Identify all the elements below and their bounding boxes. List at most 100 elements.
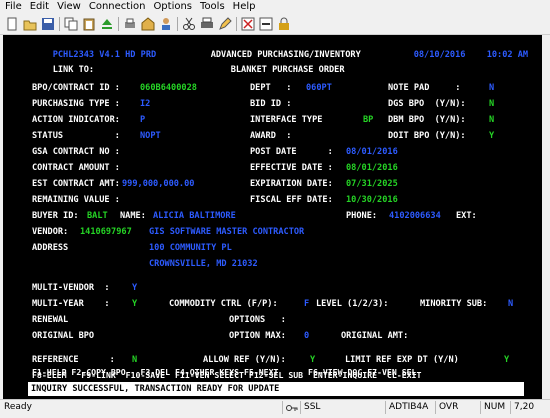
rem-label: REMAINING VALUE : bbox=[32, 195, 120, 205]
doit-field[interactable]: Y bbox=[489, 131, 494, 141]
address-line1: 100 COMMUNITY PL bbox=[149, 243, 232, 253]
scissors-icon[interactable] bbox=[181, 16, 197, 32]
action-label: ACTION INDICATOR: bbox=[32, 115, 120, 125]
eff-label: EFFECTIVE DATE : bbox=[250, 163, 333, 173]
open-icon[interactable] bbox=[22, 16, 38, 32]
post-label: POST DATE : bbox=[250, 147, 333, 157]
terminal-screen[interactable]: PCHL2343 V4.1 HD PRD ADVANCED PURCHASING… bbox=[3, 35, 542, 399]
ptype-field[interactable]: I2 bbox=[140, 99, 150, 109]
buyer-id-field[interactable]: BALT bbox=[87, 211, 108, 221]
address-label: ADDRESS bbox=[32, 243, 69, 253]
paste-icon[interactable] bbox=[81, 16, 97, 32]
level-label: LEVEL (1/2/3): bbox=[316, 299, 389, 309]
minority-label: MINORITY SUB: bbox=[420, 299, 488, 309]
bpo-label: BPO/CONTRACT ID : bbox=[32, 83, 120, 93]
multi-year-field[interactable]: Y bbox=[132, 299, 137, 309]
copy-icon[interactable] bbox=[63, 16, 79, 32]
menu-help[interactable]: Help bbox=[228, 0, 259, 14]
x-icon[interactable] bbox=[240, 16, 256, 32]
status-ready: Ready bbox=[4, 402, 32, 412]
iface-label: INTERFACE TYPE bbox=[250, 115, 323, 125]
option-max-label: OPTION MAX: bbox=[229, 331, 286, 341]
renewal-label: RENEWAL bbox=[32, 315, 69, 325]
save-icon[interactable] bbox=[40, 16, 56, 32]
reference-field[interactable]: N bbox=[132, 355, 137, 365]
est-label: EST CONTRACT AMT: bbox=[32, 179, 120, 189]
key-icon bbox=[282, 401, 300, 414]
award-label: AWARD : bbox=[250, 131, 292, 141]
new-icon[interactable] bbox=[4, 16, 20, 32]
delete-icon[interactable] bbox=[258, 16, 274, 32]
allow-ref-label: ALLOW REF (Y/N): bbox=[203, 355, 286, 365]
orig-amt-label: ORIGINAL AMT: bbox=[341, 331, 409, 341]
dbm-field[interactable]: N bbox=[489, 115, 494, 125]
eject-icon[interactable] bbox=[99, 16, 115, 32]
ext-label: EXT: bbox=[456, 211, 477, 221]
notepad-field[interactable]: N bbox=[489, 83, 494, 93]
phone-field[interactable]: 4102006634 bbox=[389, 211, 441, 221]
menu-connection[interactable]: Connection bbox=[84, 0, 149, 14]
reference-label: REFERENCE : bbox=[32, 355, 115, 365]
exp-label: EXPIRATION DATE: bbox=[250, 179, 333, 189]
commodity-label: COMMODITY CTRL (F/P): bbox=[169, 299, 278, 309]
menu-tools[interactable]: Tools bbox=[195, 0, 228, 14]
vendor-name: GIS SOFTWARE MASTER CONTRACTOR bbox=[149, 227, 305, 237]
bid-label: BID ID : bbox=[250, 99, 292, 109]
limit-ref-label: LIMIT REF EXP DT (Y/N) bbox=[345, 355, 459, 365]
person-icon[interactable] bbox=[158, 16, 174, 32]
header-time: 10:02 AM bbox=[486, 50, 529, 60]
multi-vendor-label: MULTI-VENDOR : bbox=[32, 283, 110, 293]
fiscal-field[interactable]: 10/30/2016 bbox=[346, 195, 398, 205]
limit-ref-field[interactable]: Y bbox=[504, 355, 509, 365]
dept-field[interactable]: 060PT bbox=[306, 83, 332, 93]
bpo-field[interactable]: 060B6400028 bbox=[140, 83, 197, 93]
fiscal-label: FISCAL EFF DATE: bbox=[250, 195, 333, 205]
doit-label: DOIT BPO (Y/N): bbox=[388, 131, 466, 141]
vendor-label: VENDOR: bbox=[32, 227, 69, 237]
menu-view[interactable]: View bbox=[52, 0, 84, 14]
exp-field[interactable]: 07/31/2025 bbox=[346, 179, 398, 189]
status-session: ADTIB4A bbox=[385, 401, 435, 414]
print-icon[interactable] bbox=[122, 16, 138, 32]
status-ssl: SSL bbox=[300, 401, 385, 414]
buyer-label: BUYER ID: bbox=[32, 211, 79, 221]
status-cursor: 7,20 bbox=[510, 401, 550, 414]
menu-options[interactable]: Options bbox=[148, 0, 195, 14]
status-bar: Ready SSL ADTIB4A OVR NUM 7,20 bbox=[0, 399, 550, 415]
minority-field[interactable]: N bbox=[508, 299, 513, 309]
status-ovr: OVR bbox=[435, 401, 480, 414]
screen-subtitle: BLANKET PURCHASE ORDER bbox=[230, 65, 345, 75]
dgs-label: DGS BPO (Y/N): bbox=[388, 99, 466, 109]
option-max-field[interactable]: 0 bbox=[304, 331, 309, 341]
function-keys-row2: F8-ELEM F9-LINK F10-SAVE F11-VEN SELECT … bbox=[32, 370, 422, 380]
header-date: 08/10/2016 bbox=[413, 50, 466, 60]
link-to-label: LINK TO: bbox=[52, 65, 95, 75]
message-line: INQUIRY SUCCESSFUL, TRANSACTION READY FO… bbox=[28, 382, 524, 396]
status-field[interactable]: NOPT bbox=[140, 131, 161, 141]
post-field[interactable]: 08/01/2016 bbox=[346, 147, 398, 157]
menu-bar: File Edit View Connection Options Tools Help bbox=[0, 0, 550, 14]
vendor-id-field[interactable]: 1410697967 bbox=[80, 227, 132, 237]
status-num: NUM bbox=[480, 401, 510, 414]
camt-label: CONTRACT AMOUNT : bbox=[32, 163, 120, 173]
status-label: STATUS : bbox=[32, 131, 120, 141]
options-label: OPTIONS : bbox=[229, 315, 286, 325]
lock-icon[interactable] bbox=[276, 16, 292, 32]
home-icon[interactable] bbox=[140, 16, 156, 32]
action-field[interactable]: P bbox=[140, 115, 145, 125]
menu-file[interactable]: File bbox=[0, 0, 25, 14]
print2-icon[interactable] bbox=[199, 16, 215, 32]
est-field[interactable]: 999,000,000.00 bbox=[122, 179, 194, 189]
pencil-icon[interactable] bbox=[217, 16, 233, 32]
dgs-field[interactable]: N bbox=[489, 99, 494, 109]
menu-edit[interactable]: Edit bbox=[25, 0, 52, 14]
name-label: NAME: bbox=[120, 211, 146, 221]
dept-label: DEPT : bbox=[250, 83, 292, 93]
allow-ref-field[interactable]: Y bbox=[310, 355, 315, 365]
multi-vendor-field[interactable]: Y bbox=[132, 283, 137, 293]
commodity-field[interactable]: F bbox=[304, 299, 309, 309]
dbm-label: DBM BPO (Y/N): bbox=[388, 115, 466, 125]
eff-field[interactable]: 08/01/2016 bbox=[346, 163, 398, 173]
multi-year-label: MULTI-YEAR : bbox=[32, 299, 110, 309]
iface-field[interactable]: BP bbox=[363, 115, 373, 125]
